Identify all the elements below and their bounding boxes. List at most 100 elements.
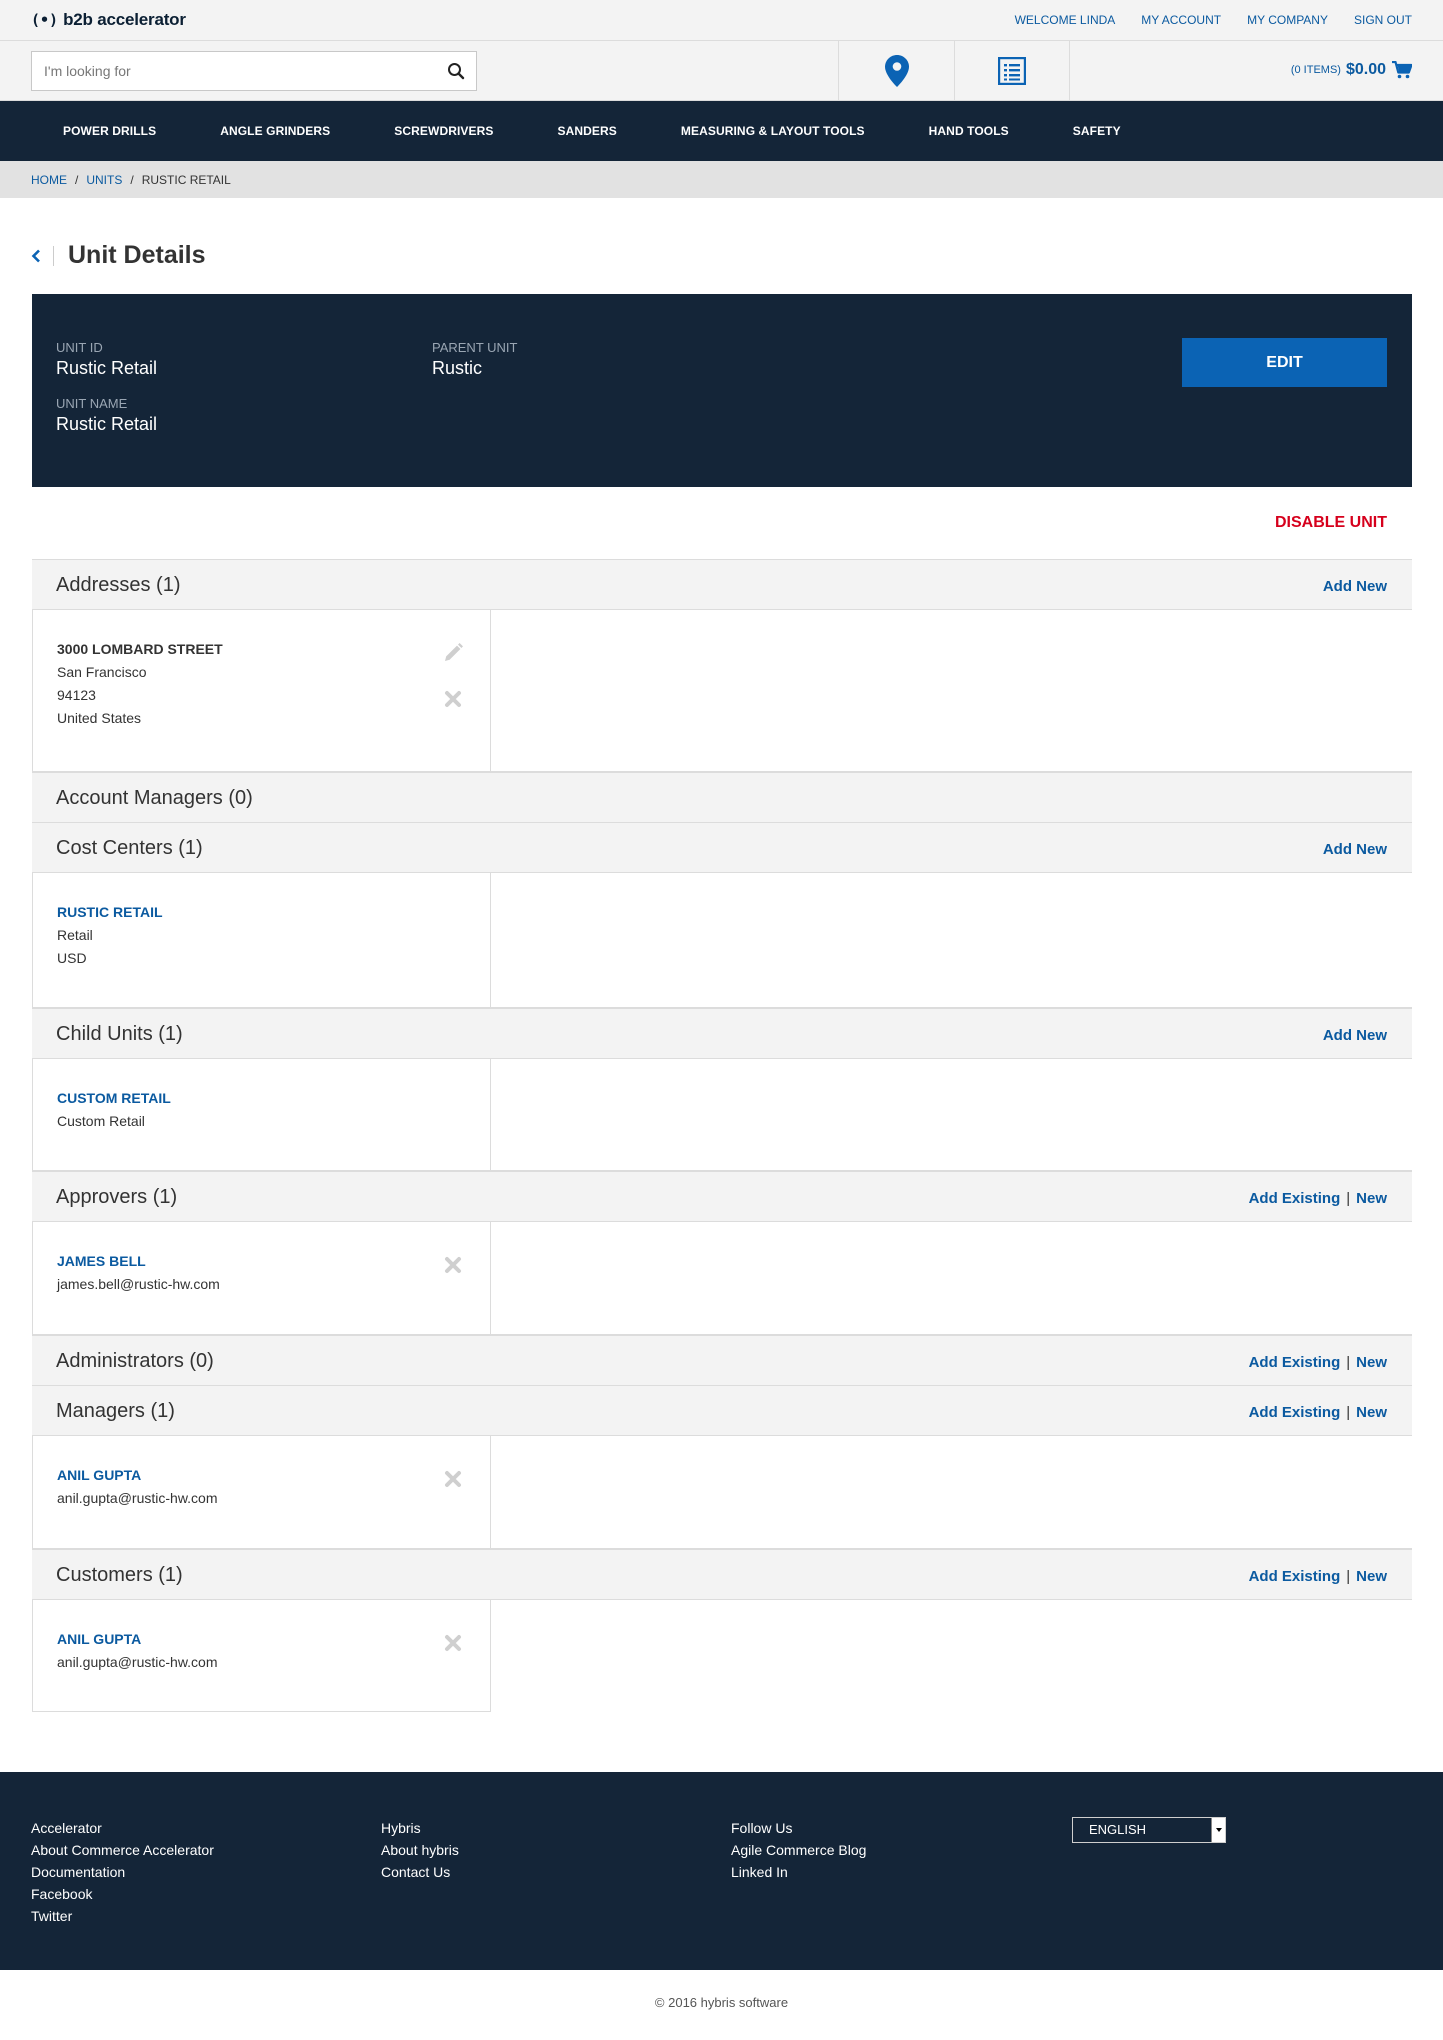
child-units-section-body: CUSTOM RETAIL Custom Retail — [32, 1059, 1412, 1171]
new-administrator-link[interactable]: New — [1356, 1354, 1387, 1371]
child-unit-card: CUSTOM RETAIL Custom Retail — [32, 1059, 491, 1171]
close-icon[interactable] — [442, 1254, 464, 1276]
section-title: Approvers (1) — [56, 1186, 178, 1208]
unit-details-panel: UNIT ID Rustic Retail PARENT UNIT Rustic… — [32, 294, 1412, 487]
parent-unit-field: PARENT UNIT Rustic — [432, 340, 517, 379]
title-divider — [53, 245, 54, 266]
edit-button[interactable]: EDIT — [1182, 338, 1387, 387]
nav-screwdrivers[interactable]: SCREWDRIVERS — [362, 101, 525, 161]
breadcrumb-units[interactable]: UNITS — [86, 173, 122, 187]
add-new-child-unit-link[interactable]: Add New — [1323, 1027, 1387, 1044]
top-bar: (•) b2b accelerator WELCOME LINDA MY ACC… — [0, 0, 1443, 41]
footer-link[interactable]: Facebook — [31, 1883, 214, 1905]
section-title: Child Units (1) — [56, 1023, 183, 1045]
close-icon[interactable] — [442, 1632, 464, 1654]
approvers-section-header: Approvers (1) Add Existing | New — [32, 1171, 1412, 1222]
approver-name-link[interactable]: JAMES BELL — [57, 1250, 220, 1273]
nav-measuring-layout-tools[interactable]: MEASURING & LAYOUT TOOLS — [649, 101, 897, 161]
customer-email: anil.gupta@rustic-hw.com — [57, 1654, 218, 1670]
addresses-section-header: Addresses (1) Add New — [32, 559, 1412, 610]
add-existing-approver-link[interactable]: Add Existing — [1249, 1190, 1341, 1207]
section-title: Managers (1) — [56, 1400, 175, 1422]
card-spacer — [491, 1222, 1412, 1335]
manager-name-link[interactable]: ANIL GUPTA — [57, 1464, 218, 1487]
new-manager-link[interactable]: New — [1356, 1404, 1387, 1421]
disable-unit-link[interactable]: DISABLE UNIT — [1275, 514, 1387, 532]
footer-link[interactable]: About Commerce Accelerator — [31, 1839, 214, 1861]
pencil-icon[interactable] — [442, 642, 464, 664]
addresses-section-body: 3000 LOMBARD STREET San Francisco 94123 … — [32, 610, 1412, 772]
sign-out-link[interactable]: SIGN OUT — [1354, 13, 1412, 27]
footer-link[interactable]: Agile Commerce Blog — [731, 1839, 866, 1861]
administrators-section-header: Administrators (0) Add Existing | New — [32, 1335, 1412, 1386]
add-existing-customer-link[interactable]: Add Existing — [1249, 1568, 1341, 1585]
manager-card: ANIL GUPTA anil.gupta@rustic-hw.com — [32, 1436, 491, 1549]
customer-card: ANIL GUPTA anil.gupta@rustic-hw.com — [32, 1600, 491, 1712]
action-separator: | — [1346, 1404, 1351, 1421]
cost-center-type: Retail — [57, 927, 93, 943]
add-existing-manager-link[interactable]: Add Existing — [1249, 1404, 1341, 1421]
unit-id-field: UNIT ID Rustic Retail — [56, 340, 157, 379]
copyright: © 2016 hybris software — [654, 1995, 789, 2010]
action-separator: | — [1346, 1354, 1351, 1371]
add-existing-administrator-link[interactable]: Add Existing — [1249, 1354, 1341, 1371]
page-header: Unit Details — [31, 241, 206, 270]
section-actions: Add Existing | New — [1249, 1404, 1387, 1421]
manager-lines: ANIL GUPTA anil.gupta@rustic-hw.com — [57, 1464, 218, 1510]
cost-center-currency: USD — [57, 950, 87, 966]
back-button[interactable] — [31, 247, 49, 265]
nav-safety[interactable]: SAFETY — [1041, 101, 1153, 161]
close-icon[interactable] — [442, 1468, 464, 1490]
unit-id-value: Rustic Retail — [56, 358, 158, 378]
language-select[interactable]: ENGLISH — [1072, 1817, 1226, 1843]
section-title: Cost Centers (1) — [56, 837, 203, 859]
footer-link[interactable]: Contact Us — [381, 1861, 459, 1883]
add-new-address-link[interactable]: Add New — [1323, 578, 1387, 595]
nav-hand-tools[interactable]: HAND TOOLS — [897, 101, 1041, 161]
new-approver-link[interactable]: New — [1356, 1190, 1387, 1207]
add-new-cost-center-link[interactable]: Add New — [1323, 841, 1387, 858]
my-account-link[interactable]: MY ACCOUNT — [1141, 13, 1221, 27]
store-finder-button[interactable] — [838, 41, 954, 100]
location-pin-icon — [884, 54, 909, 87]
close-icon[interactable] — [442, 688, 464, 710]
address-country: United States — [57, 710, 142, 726]
footer-link[interactable]: Twitter — [31, 1905, 214, 1927]
child-unit-name-link[interactable]: CUSTOM RETAIL — [57, 1087, 171, 1110]
nav-angle-grinders[interactable]: ANGLE GRINDERS — [188, 101, 362, 161]
nav-power-drills[interactable]: POWER DRILLS — [31, 101, 188, 161]
welcome-link[interactable]: WELCOME LINDA — [1015, 13, 1116, 27]
section-title: Addresses (1) — [56, 574, 181, 596]
unit-name-value: Rustic Retail — [56, 414, 158, 434]
logo-text: b2b accelerator — [63, 10, 186, 29]
footer-link[interactable]: Documentation — [31, 1861, 214, 1883]
customer-name-link[interactable]: ANIL GUPTA — [57, 1628, 218, 1651]
cost-centers-section-header: Cost Centers (1) Add New — [32, 822, 1412, 873]
approvers-section-body: JAMES BELL james.bell@rustic-hw.com — [32, 1222, 1412, 1335]
search-input[interactable] — [32, 52, 432, 90]
footer-link[interactable]: Linked In — [731, 1861, 866, 1883]
customer-lines: ANIL GUPTA anil.gupta@rustic-hw.com — [57, 1628, 218, 1674]
section-title: Customers (1) — [56, 1564, 183, 1586]
mini-cart[interactable]: (0 ITEMS) $0.00 — [1291, 61, 1412, 79]
new-customer-link[interactable]: New — [1356, 1568, 1387, 1585]
quick-order-button[interactable] — [954, 41, 1070, 100]
manager-email: anil.gupta@rustic-hw.com — [57, 1490, 218, 1506]
cost-center-name-link[interactable]: RUSTIC RETAIL — [57, 901, 163, 924]
logo[interactable]: (•) b2b accelerator — [31, 10, 186, 30]
breadcrumb-home[interactable]: HOME — [31, 173, 67, 187]
action-separator: | — [1346, 1190, 1351, 1207]
approver-email: james.bell@rustic-hw.com — [57, 1276, 220, 1292]
nav-sanders[interactable]: SANDERS — [526, 101, 649, 161]
child-unit-lines: CUSTOM RETAIL Custom Retail — [57, 1087, 171, 1133]
footer-link[interactable]: About hybris — [381, 1839, 459, 1861]
address-card: 3000 LOMBARD STREET San Francisco 94123 … — [32, 610, 491, 772]
managers-section-body: ANIL GUPTA anil.gupta@rustic-hw.com — [32, 1436, 1412, 1549]
customers-section-body: ANIL GUPTA anil.gupta@rustic-hw.com — [32, 1600, 1412, 1712]
search-icon[interactable] — [447, 62, 465, 80]
managers-section-header: Managers (1) Add Existing | New — [32, 1385, 1412, 1436]
my-company-link[interactable]: MY COMPANY — [1247, 13, 1328, 27]
footer: Accelerator About Commerce Accelerator D… — [0, 1772, 1443, 1970]
section-actions: Add Existing | New — [1249, 1190, 1387, 1207]
card-spacer — [491, 1436, 1412, 1549]
